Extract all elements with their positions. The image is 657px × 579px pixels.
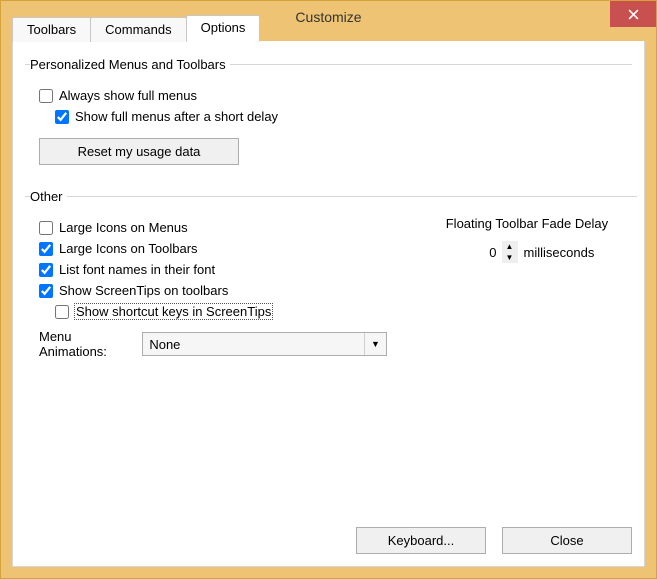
fade-delay-unit: milliseconds	[524, 245, 595, 260]
checkbox-list-font-names[interactable]	[39, 263, 53, 277]
window-close-button[interactable]	[610, 1, 656, 27]
fade-delay-spinner[interactable]: ▲ ▼	[460, 241, 518, 263]
label-large-icons-toolbars[interactable]: Large Icons on Toolbars	[59, 241, 198, 256]
label-always-full-menus[interactable]: Always show full menus	[59, 88, 197, 103]
menu-animations-value: None	[149, 337, 180, 352]
checkbox-large-icons-toolbars[interactable]	[39, 242, 53, 256]
group-personalized-legend: Personalized Menus and Toolbars	[30, 57, 230, 72]
customize-dialog: Customize Toolbars Commands Options Pers…	[0, 0, 657, 579]
fade-delay-label: Floating Toolbar Fade Delay	[417, 216, 637, 231]
window-title: Customize	[295, 9, 361, 25]
tab-options[interactable]: Options	[186, 15, 261, 42]
checkbox-shortcut-keys[interactable]	[55, 305, 69, 319]
fade-delay-input[interactable]	[460, 241, 502, 263]
close-icon	[628, 9, 639, 20]
dialog-footer: Keyboard... Close	[356, 527, 632, 554]
menu-animations-combo[interactable]: None ▼	[142, 332, 387, 356]
chevron-down-icon: ▼	[364, 333, 386, 355]
checkbox-short-delay[interactable]	[55, 110, 69, 124]
tab-toolbars[interactable]: Toolbars	[12, 17, 91, 42]
keyboard-button[interactable]: Keyboard...	[356, 527, 486, 554]
checkbox-large-icons-menus[interactable]	[39, 221, 53, 235]
checkbox-always-full-menus[interactable]	[39, 89, 53, 103]
tab-commands[interactable]: Commands	[90, 17, 186, 42]
checkbox-screentips[interactable]	[39, 284, 53, 298]
group-other-legend: Other	[30, 189, 67, 204]
dialog-body: Toolbars Commands Options Personalized M…	[12, 41, 645, 567]
close-button[interactable]: Close	[502, 527, 632, 554]
spinner-up-icon[interactable]: ▲	[502, 241, 518, 252]
label-large-icons-menus[interactable]: Large Icons on Menus	[59, 220, 188, 235]
tabstrip: Toolbars Commands Options	[12, 15, 259, 42]
group-other: Other Large Icons on Menus Large Icons o…	[25, 189, 637, 359]
spinner-down-icon[interactable]: ▼	[502, 252, 518, 263]
label-list-font-names[interactable]: List font names in their font	[59, 262, 215, 277]
label-short-delay[interactable]: Show full menus after a short delay	[75, 109, 278, 124]
options-panel: Personalized Menus and Toolbars Always s…	[13, 41, 644, 566]
menu-animations-label: Menu Animations:	[39, 329, 132, 359]
reset-usage-button[interactable]: Reset my usage data	[39, 138, 239, 165]
label-screentips[interactable]: Show ScreenTips on toolbars	[59, 283, 228, 298]
label-shortcut-keys[interactable]: Show shortcut keys in ScreenTips	[75, 304, 272, 319]
group-personalized: Personalized Menus and Toolbars Always s…	[25, 57, 632, 175]
